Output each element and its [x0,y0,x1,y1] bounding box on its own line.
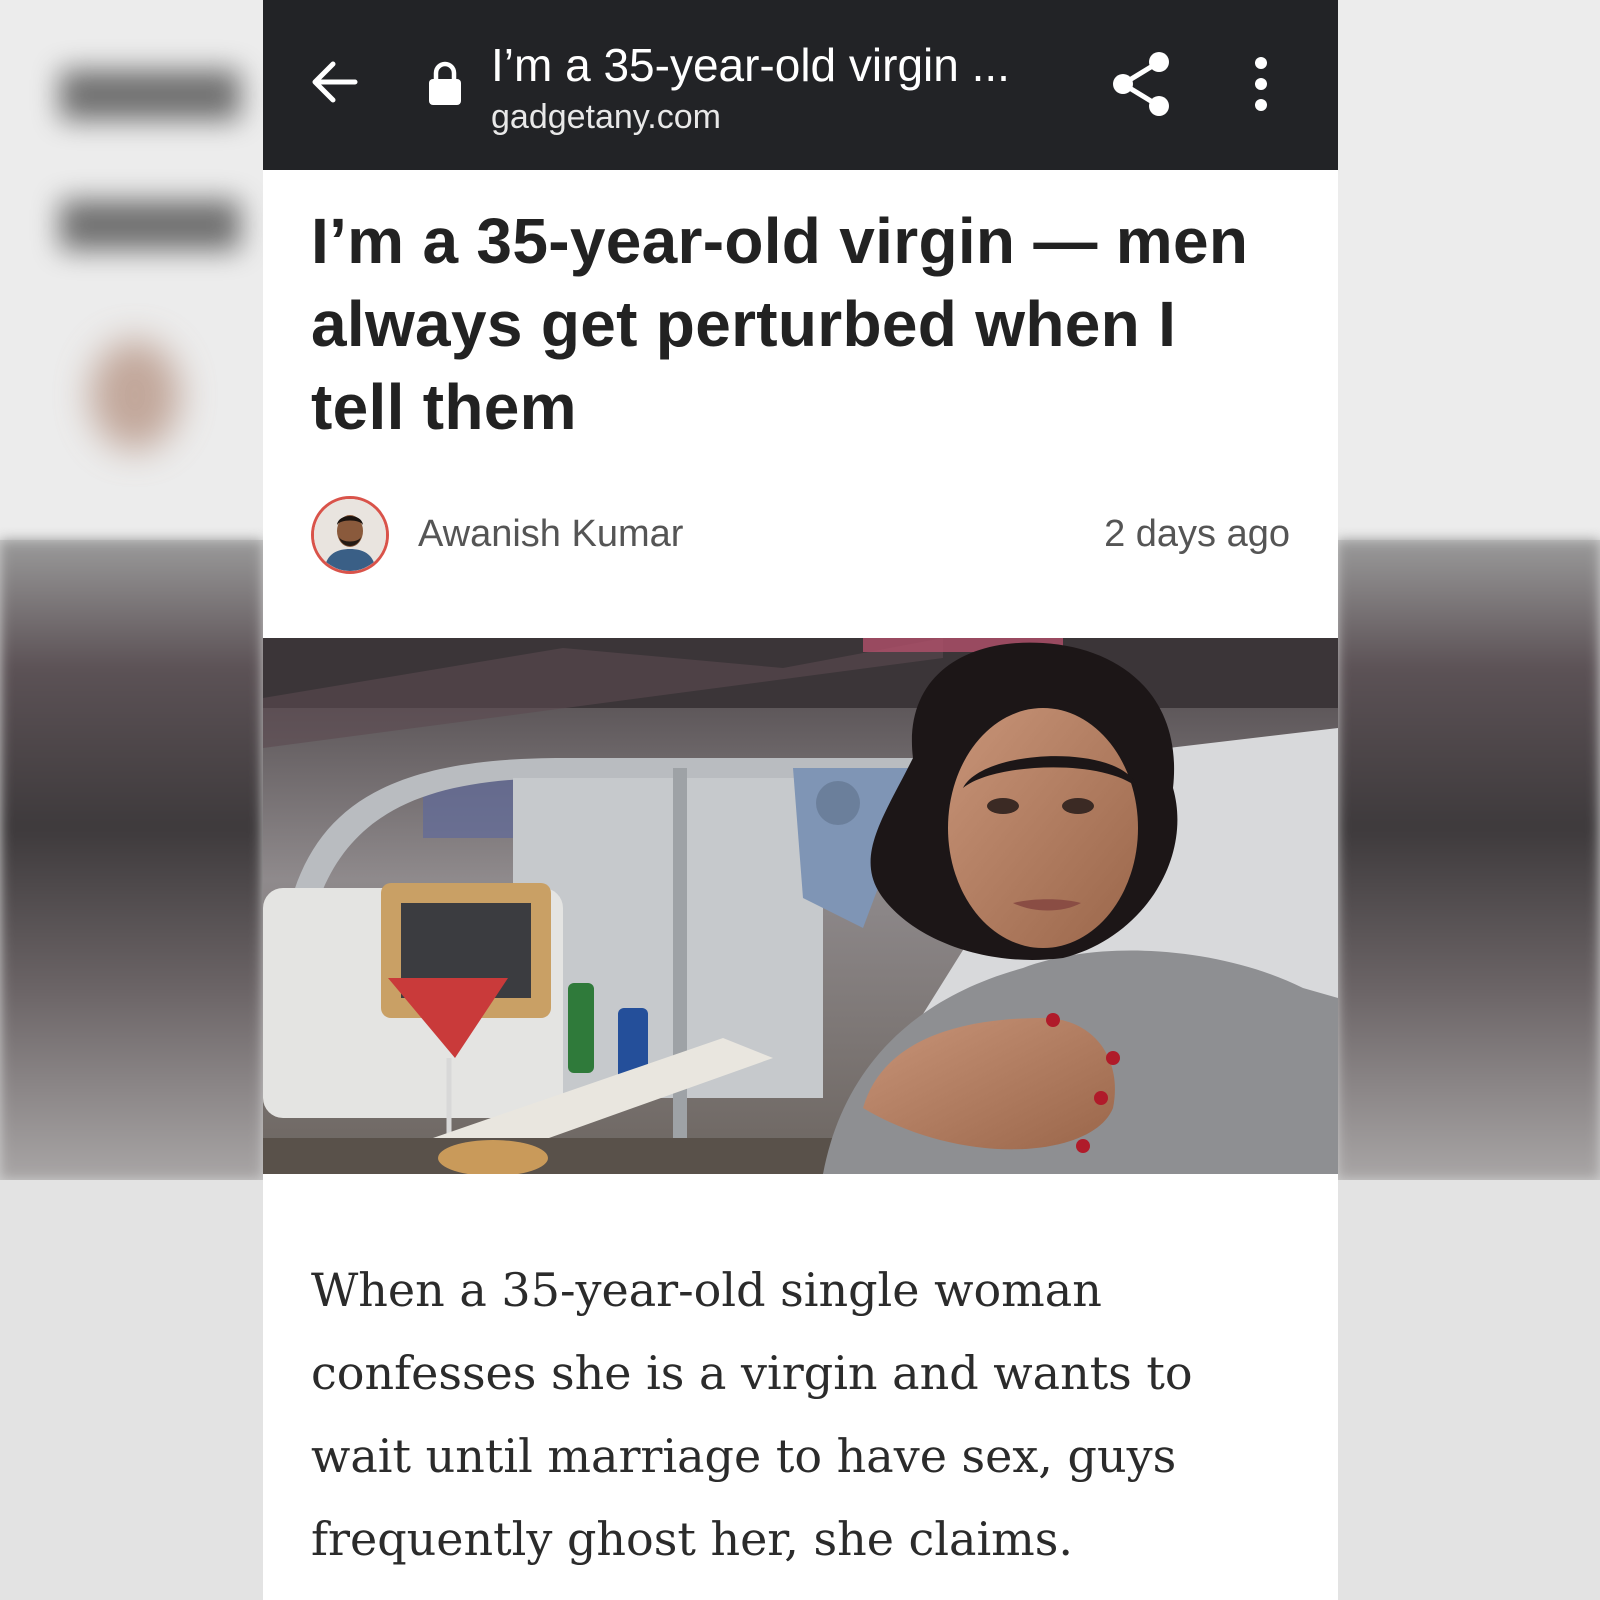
article-page: I’m a 35-year-old virgin ... gadgetany.c… [263,0,1338,1600]
article-headline: I’m a 35-year-old virgin — men always ge… [311,205,1249,443]
share-button[interactable] [1109,50,1173,118]
back-button[interactable] [307,54,363,110]
back-arrow-icon [312,61,358,103]
more-options-button[interactable] [1248,56,1274,112]
tab-title[interactable]: I’m a 35-year-old virgin ... [491,38,1010,92]
blurred-backdrop-left [0,0,263,1600]
blurred-backdrop-right [1337,0,1600,1600]
share-icon [1113,52,1169,116]
author-photo [314,499,386,571]
lock-icon [429,61,461,105]
author-avatar[interactable] [311,496,389,574]
url-text[interactable]: gadgetany.com [491,98,721,137]
author-name[interactable]: Awanish Kumar [418,513,683,556]
article-lead-paragraph: When a 35-year-old single woman confesse… [311,1263,1193,1566]
publish-date: 2 days ago [1104,513,1290,555]
hero-photo [263,638,1338,1174]
more-vert-icon [1255,57,1267,111]
browser-toolbar: I’m a 35-year-old virgin ... gadgetany.c… [263,0,1338,170]
